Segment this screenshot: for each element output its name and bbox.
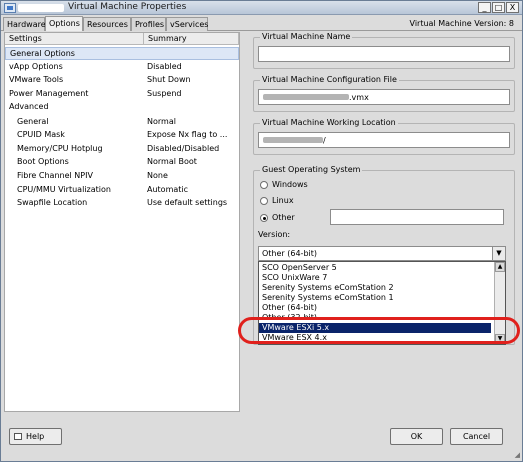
working-location-group: Virtual Machine Working Location / (253, 118, 515, 155)
tab-profiles[interactable]: Profiles (131, 17, 166, 31)
setting-summary: Suspend (147, 89, 182, 98)
windows-radio[interactable] (260, 181, 268, 189)
setting-name: vApp Options (9, 62, 63, 71)
guest-os-label: Guest Operating System (260, 165, 363, 174)
cancel-button[interactable]: Cancel (450, 428, 503, 445)
version-label: Version: (258, 230, 291, 239)
setting-name: General (17, 117, 49, 126)
setting-name: Boot Options (17, 157, 69, 166)
config-file-label: Virtual Machine Configuration File (260, 75, 399, 84)
settings-row-memory-cpu-hotplug[interactable]: Memory/CPU Hotplug Disabled/Disabled (5, 143, 239, 156)
settings-row-cpu-mmu-virtualization[interactable]: CPU/MMU Virtualization Automatic (5, 184, 239, 197)
linux-radio[interactable] (260, 197, 268, 205)
settings-row-vmware-tools[interactable]: VMware Tools Shut Down (5, 74, 239, 87)
working-location-label: Virtual Machine Working Location (260, 118, 398, 127)
setting-name: Power Management (9, 89, 89, 98)
setting-name: VMware Tools (9, 75, 64, 84)
config-file-group: Virtual Machine Configuration File .vmx (253, 75, 515, 112)
version-selected-value: Other (64-bit) (262, 249, 318, 258)
settings-row-general-options[interactable]: General Options (5, 47, 239, 60)
setting-summary: Normal Boot (147, 157, 197, 166)
linux-radio-label: Linux (272, 196, 294, 205)
chevron-down-icon[interactable]: ▼ (492, 247, 505, 260)
red-highlight-annotation (238, 317, 520, 344)
other-os-input[interactable] (330, 209, 504, 225)
setting-name: Swapfile Location (17, 198, 88, 207)
setting-name: General Options (10, 49, 75, 58)
setting-summary: Disabled/Disabled (147, 144, 220, 153)
title-bar: Virtual Machine Properties _ □ X (1, 1, 522, 15)
ok-button[interactable]: OK (390, 428, 443, 445)
vm-window-icon (4, 3, 16, 13)
minimize-button[interactable]: _ (478, 2, 491, 13)
windows-radio-label: Windows (272, 180, 308, 189)
settings-row-vapp-options[interactable]: vApp Options Disabled (5, 61, 239, 74)
setting-summary: Normal (147, 117, 176, 126)
setting-name: Advanced (9, 102, 49, 111)
dropdown-option[interactable]: Other (64-bit) (259, 303, 491, 313)
working-location-suffix: / (323, 136, 326, 145)
vm-properties-window: Virtual Machine Properties _ □ X Hardwar… (0, 0, 523, 462)
config-file-extension: .vmx (349, 93, 369, 102)
close-button[interactable]: X (506, 2, 519, 13)
vm-name-label: Virtual Machine Name (260, 32, 353, 41)
vm-version-label: Virtual Machine Version: 8 (409, 19, 514, 28)
setting-name: CPU/MMU Virtualization (17, 185, 111, 194)
settings-row-advanced[interactable]: Advanced (5, 101, 239, 114)
working-location-field[interactable]: / (258, 132, 510, 148)
maximize-button[interactable]: □ (492, 2, 505, 13)
vm-name-input[interactable] (258, 46, 510, 62)
summary-column-header[interactable]: Summary (144, 33, 239, 45)
dropdown-option[interactable]: SCO UnixWare 7 (259, 273, 491, 283)
settings-row-power-management[interactable]: Power Management Suspend (5, 88, 239, 101)
scroll-up-icon[interactable]: ▲ (495, 262, 505, 272)
window-title: Virtual Machine Properties (68, 2, 187, 12)
redacted-path (263, 137, 323, 143)
help-icon (14, 433, 22, 440)
settings-row-fibre-channel-npiv[interactable]: Fibre Channel NPIV None (5, 170, 239, 183)
tab-bar: Hardware Options Resources Profiles vSer… (1, 16, 522, 31)
settings-row-boot-options[interactable]: Boot Options Normal Boot (5, 156, 239, 169)
version-combobox[interactable]: Other (64-bit) ▼ (258, 246, 506, 261)
setting-summary: Expose Nx flag to ... (147, 130, 228, 139)
redacted-vm-name (18, 4, 64, 12)
dropdown-option[interactable]: Serenity Systems eComStation 2 (259, 283, 491, 293)
tab-hardware[interactable]: Hardware (3, 17, 46, 31)
setting-summary: Use default settings (147, 198, 228, 207)
config-file-field[interactable]: .vmx (258, 89, 510, 105)
setting-summary: Automatic (147, 185, 189, 194)
settings-row-cpuid-mask[interactable]: CPUID Mask Expose Nx flag to ... (5, 129, 239, 142)
tab-vservices[interactable]: vServices (166, 17, 208, 31)
resize-grip-icon[interactable]: ◢ (515, 451, 520, 459)
setting-name: Memory/CPU Hotplug (17, 144, 103, 153)
settings-row-general[interactable]: General Normal (5, 116, 239, 129)
setting-summary: Shut Down (147, 75, 191, 84)
settings-row-swapfile-location[interactable]: Swapfile Location Use default settings (5, 197, 239, 210)
settings-column-header[interactable]: Settings (5, 33, 144, 45)
redacted-path (263, 94, 349, 100)
tab-resources[interactable]: Resources (83, 17, 131, 31)
other-radio-label: Other (272, 213, 295, 222)
other-radio[interactable] (260, 214, 268, 222)
setting-name: CPUID Mask (17, 130, 65, 139)
setting-name: Fibre Channel NPIV (17, 171, 93, 180)
tab-options[interactable]: Options (45, 16, 83, 31)
vm-name-group: Virtual Machine Name (253, 32, 515, 69)
dropdown-option[interactable]: SCO OpenServer 5 (259, 263, 491, 273)
dropdown-option[interactable]: Serenity Systems eComStation 1 (259, 293, 491, 303)
setting-summary: None (147, 171, 168, 180)
setting-summary: Disabled (147, 62, 182, 71)
options-detail-panel: Virtual Machine Name Virtual Machine Con… (243, 32, 519, 412)
settings-list: Settings Summary General Options vApp Op… (4, 32, 240, 412)
